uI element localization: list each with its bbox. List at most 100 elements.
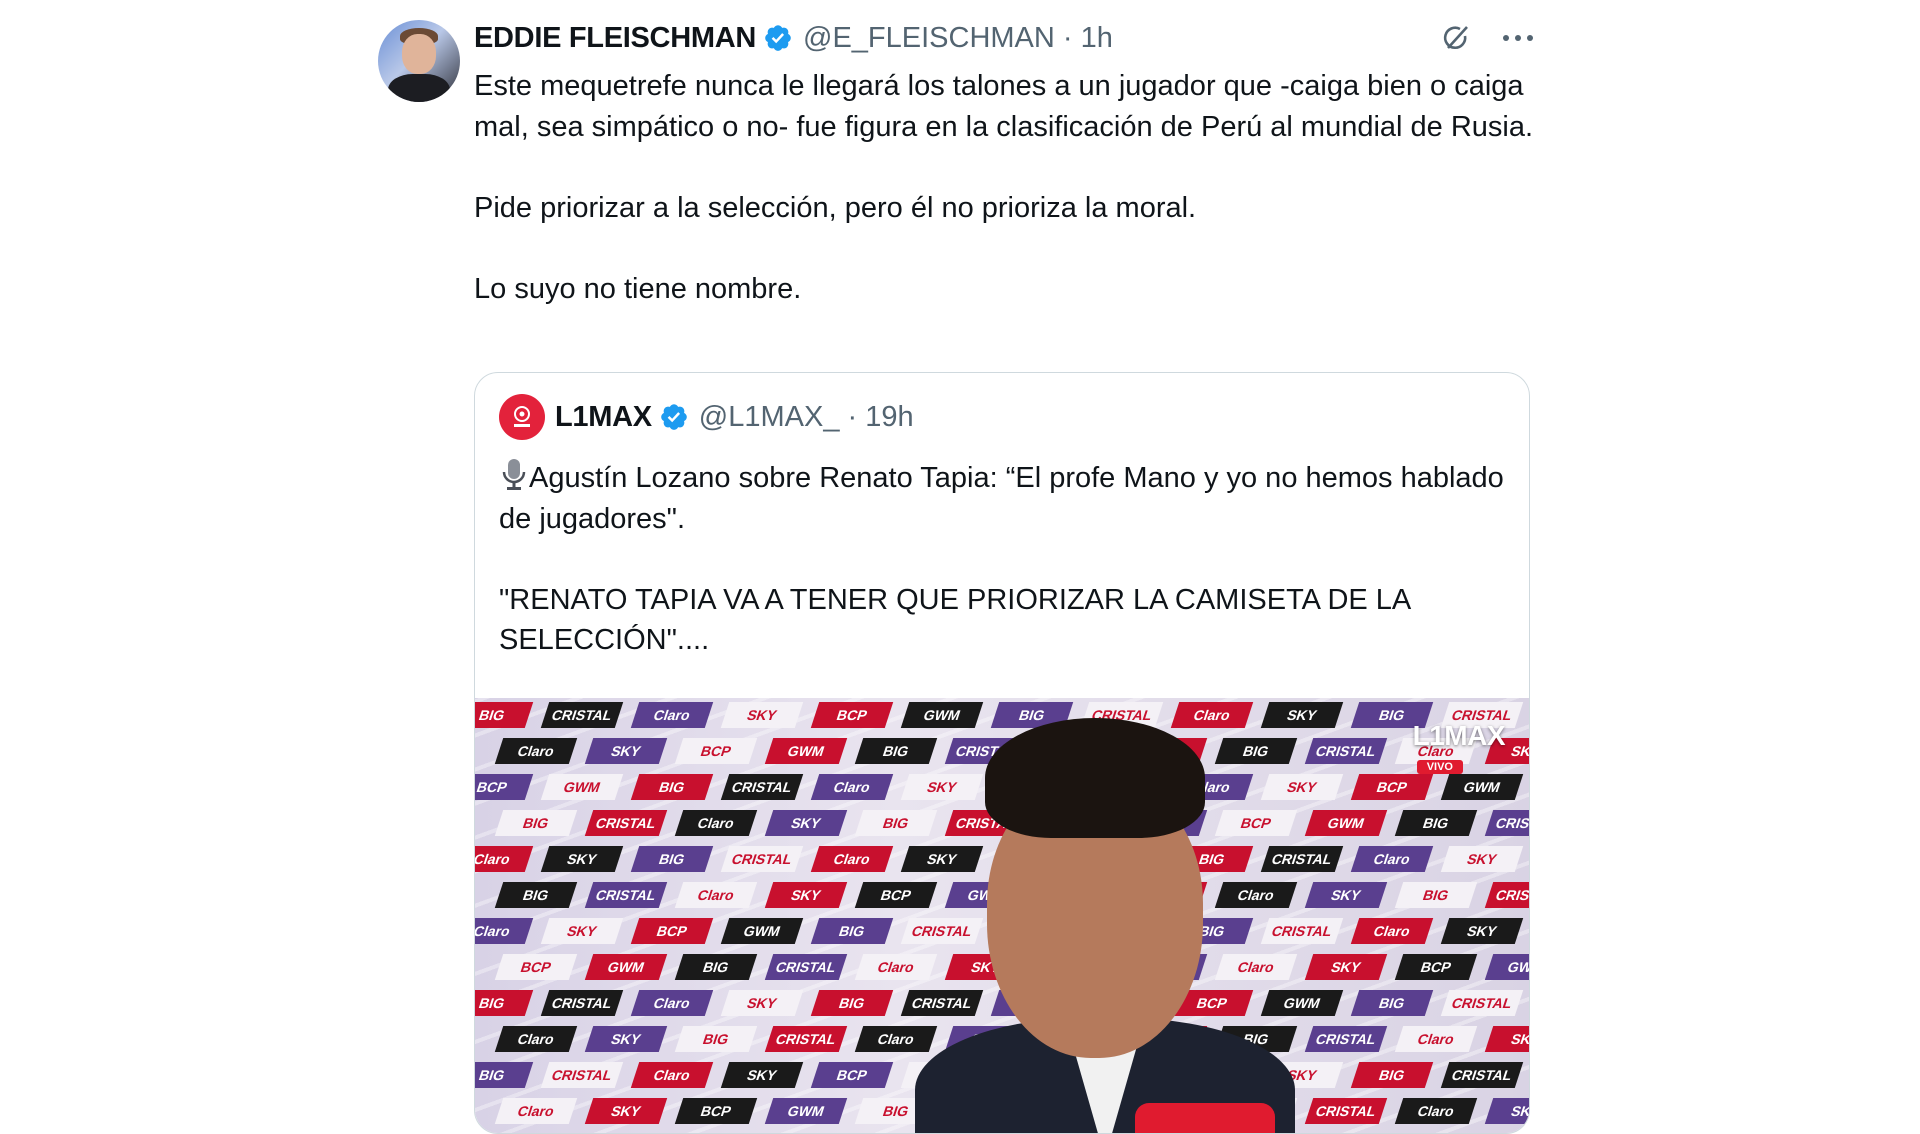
sponsor-tile: SKY (1304, 882, 1388, 908)
sponsor-tile: BCP (810, 702, 894, 728)
sponsor-tile: CRISTAL (720, 774, 804, 800)
sponsor-tile: CRISTAL (764, 1026, 848, 1052)
quote-avatar[interactable] (499, 394, 545, 440)
tweet-text: Este mequetrefe nunca le llegará los tal… (474, 70, 1534, 305)
sponsor-tile: CRISTAL (584, 882, 668, 908)
sponsor-tile: CRISTAL (540, 1062, 624, 1088)
sponsor-tile: CRISTAL (584, 810, 668, 836)
quote-header: L1MAX @L1MAX_ · 19h (499, 393, 914, 441)
sponsor-tile: Claro (475, 846, 534, 872)
sponsor-tile: BCP (475, 774, 534, 800)
avatar-body (388, 74, 450, 102)
quoted-tweet[interactable]: L1MAX @L1MAX_ · 19h Agustín Lozano sobre… (474, 372, 1530, 1134)
sponsor-tile: Claro (674, 882, 758, 908)
sponsor-tile: BIG (810, 990, 894, 1016)
sponsor-tile: BIG (1350, 1062, 1434, 1088)
sponsor-tile: CRISTAL (1440, 990, 1524, 1016)
sponsor-tile: CRISTAL (720, 846, 804, 872)
more-icon[interactable] (1500, 20, 1536, 56)
quote-author-name[interactable]: L1MAX (555, 401, 652, 434)
sponsor-tile: Claro (1350, 918, 1434, 944)
author-handle[interactable]: @E_FLEISCHMAN · 1h (803, 22, 1113, 55)
sponsor-tile: GWM (1440, 774, 1524, 800)
sponsor-tile: Claro (1394, 1098, 1478, 1124)
sponsor-tile: SKY (1304, 954, 1388, 980)
sponsor-tile: Claro (630, 702, 714, 728)
interviewee (915, 718, 1295, 1133)
sponsor-tile: GWM (764, 1098, 848, 1124)
live-badge: VIVO (1416, 760, 1463, 774)
sponsor-tile: CRISTAL (764, 954, 848, 980)
sponsor-tile: Claro (494, 1026, 578, 1052)
sponsor-tile: CRISTAL (1440, 1062, 1524, 1088)
sponsor-tile: SKY (1484, 1098, 1529, 1124)
sponsor-tile: BCP (494, 954, 578, 980)
media-logo: L1MAX (1412, 720, 1506, 751)
sponsor-tile: GWM (764, 738, 848, 764)
sponsor-tile: BIG (674, 1026, 758, 1052)
sponsor-tile: SKY (540, 846, 624, 872)
interviewee-hair (985, 718, 1205, 838)
reporter-microphone (1135, 1103, 1275, 1133)
sponsor-tile: Claro (810, 846, 894, 872)
sponsor-tile: GWM (1484, 954, 1529, 980)
tweet-header: EDDIE FLEISCHMAN @E_FLEISCHMAN · 1h (474, 14, 1536, 62)
sponsor-tile: Claro (1350, 846, 1434, 872)
grok-icon[interactable] (1438, 20, 1474, 56)
sponsor-tile: BIG (1394, 810, 1478, 836)
sponsor-tile: SKY (764, 882, 848, 908)
sponsor-tile: CRISTAL (1304, 738, 1388, 764)
sponsor-tile: SKY (1440, 918, 1524, 944)
sponsor-tile: SKY (584, 738, 668, 764)
sponsor-tile: SKY (764, 810, 848, 836)
sponsor-tile: Claro (630, 990, 714, 1016)
sponsor-tile: CRISTAL (540, 990, 624, 1016)
sponsor-tile: GWM (720, 918, 804, 944)
sponsor-tile: Claro (810, 774, 894, 800)
sponsor-tile: Claro (475, 918, 534, 944)
sponsor-tile: BIG (674, 954, 758, 980)
sponsor-tile: BIG (630, 774, 714, 800)
sponsor-tile: CRISTAL (1304, 1098, 1388, 1124)
microphone-icon (502, 459, 526, 490)
sponsor-tile: Claro (1394, 1026, 1478, 1052)
sponsor-tile: BIG (475, 1062, 534, 1088)
sponsor-tile: BIG (1394, 882, 1478, 908)
tweet-actions (1438, 20, 1536, 56)
author-avatar[interactable] (378, 20, 460, 102)
sponsor-tile: GWM (540, 774, 624, 800)
sponsor-tile: SKY (584, 1026, 668, 1052)
quote-text-block: Agustín Lozano sobre Renato Tapia: “El p… (499, 457, 1509, 661)
sponsor-tile: BCP (674, 738, 758, 764)
quote-author-handle[interactable]: @L1MAX_ · 19h (699, 401, 914, 434)
sponsor-tile: BIG (475, 990, 534, 1016)
sponsor-tile: CRISTAL (1484, 882, 1529, 908)
sponsor-tile: SKY (720, 1062, 804, 1088)
sponsor-tile: BCP (810, 1062, 894, 1088)
verified-badge-icon (765, 25, 791, 51)
sponsor-tile: SKY (1484, 1026, 1529, 1052)
sponsor-tile: BIG (494, 810, 578, 836)
verified-badge-icon (660, 404, 687, 430)
sponsor-tile: CRISTAL (1484, 810, 1529, 836)
sponsor-tile: BCP (674, 1098, 758, 1124)
sponsor-tile: Claro (630, 1062, 714, 1088)
avatar-face (402, 34, 436, 74)
sponsor-tile: BCP (1350, 774, 1434, 800)
quote-text: Agustín Lozano sobre Renato Tapia: “El p… (499, 462, 1504, 656)
sponsor-tile: CRISTAL (1304, 1026, 1388, 1052)
author-name[interactable]: EDDIE FLEISCHMAN (474, 22, 756, 55)
sponsor-tile: GWM (1304, 810, 1388, 836)
sponsor-tile: SKY (584, 1098, 668, 1124)
sponsor-tile: BCP (1394, 954, 1478, 980)
sponsor-tile: Claro (494, 738, 578, 764)
sponsor-tile: Claro (494, 1098, 578, 1124)
sponsor-tile: SKY (720, 990, 804, 1016)
sponsor-tile: BCP (630, 918, 714, 944)
sponsor-tile: GWM (584, 954, 668, 980)
sponsor-tile: SKY (540, 918, 624, 944)
l1max-logo-icon (514, 406, 530, 427)
sponsor-tile: SKY (720, 702, 804, 728)
sponsor-tile: SKY (1440, 846, 1524, 872)
quote-media-image[interactable]: BIG CRISTAL Claro SKY BCP GWM BIG CRISTAL Claro S… (475, 698, 1529, 1133)
